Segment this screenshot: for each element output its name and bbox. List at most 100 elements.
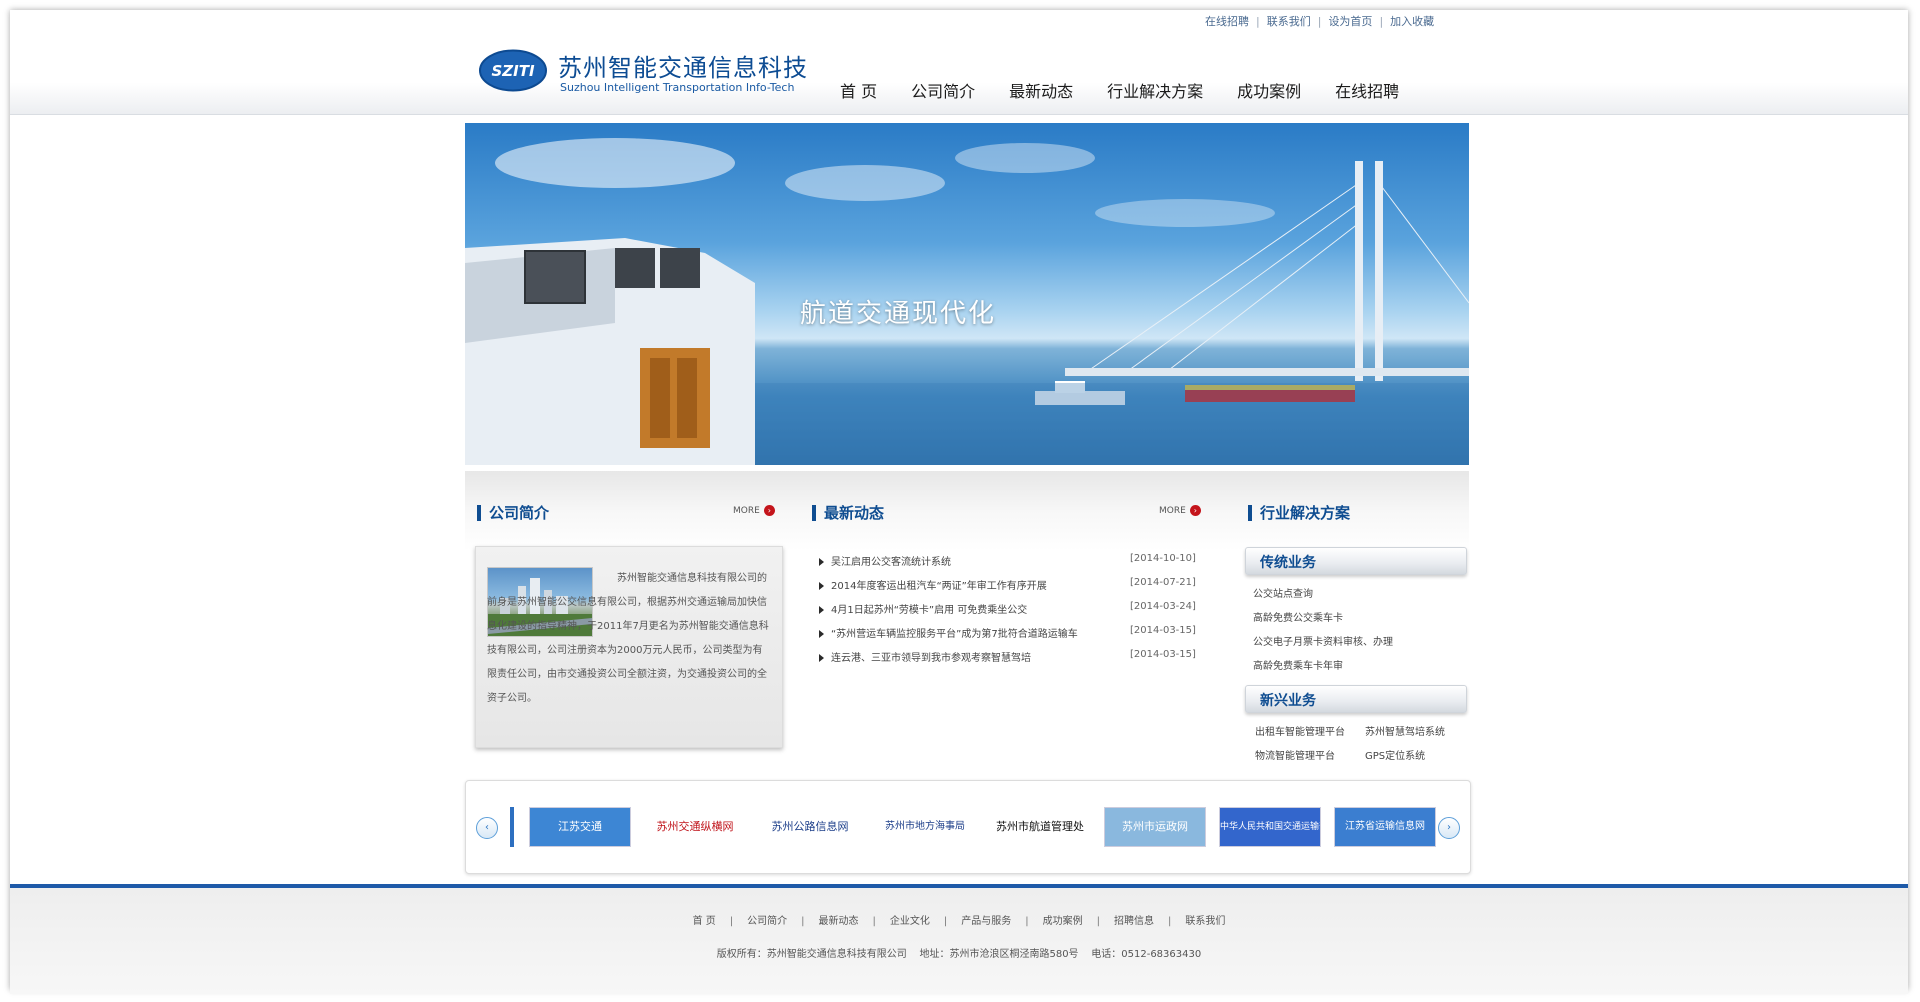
traditional-business-title: 传统业务	[1260, 555, 1316, 571]
news-item-title[interactable]: 2014年度客运出租汽车“两证”年审工作有序开展	[831, 577, 1047, 592]
about-text: 苏州智能交通信息科技有限公司的前身是苏州智能公交信息有限公司，根据苏州交通运输局…	[487, 573, 769, 704]
top-link-divider: |	[1317, 15, 1322, 28]
carousel-next-button[interactable]: ›	[1438, 817, 1460, 839]
arrow-right-icon: ›	[763, 505, 775, 516]
brand-name-cn: 苏州智能交通信息科技	[558, 54, 808, 82]
nav-item-news[interactable]: 最新动态	[1009, 78, 1073, 102]
logo-text: SZITI	[491, 62, 534, 80]
news-section-title: 最新动态	[812, 505, 884, 521]
bullet-triangle-icon	[819, 582, 824, 590]
traditional-item[interactable]: 公交电子月票卡资料审核、办理	[1253, 633, 1393, 657]
chevron-left-icon: ‹	[485, 822, 489, 833]
bullet-triangle-icon	[819, 606, 824, 614]
footer-link-products[interactable]: 产品与服务	[961, 916, 1011, 927]
brand-name-en: Suzhou Intelligent Transportation Info-T…	[560, 81, 795, 94]
footer-link-divider: |	[1168, 916, 1172, 927]
carousel-divider	[510, 807, 514, 847]
news-more-label: MORE	[1159, 506, 1186, 516]
nav-item-cases[interactable]: 成功案例	[1237, 78, 1301, 102]
chevron-right-icon: ›	[1447, 822, 1451, 833]
hero-banner: 航道交通现代化	[465, 123, 1469, 465]
news-item: 2014年度客运出租汽车“两证”年审工作有序开展 [2014-07-21]	[819, 575, 1219, 599]
nav-item-home[interactable]: 首 页	[840, 78, 877, 102]
news-item: 吴江启用公交客流统计系统 [2014-10-10]	[819, 551, 1219, 575]
footer-link-divider: |	[943, 916, 948, 927]
top-link-set-homepage[interactable]: 设为首页	[1328, 15, 1372, 28]
footer-link-divider: |	[801, 916, 805, 927]
news-item-date: [2014-03-24]	[1130, 601, 1196, 612]
about-more-label: MORE	[733, 506, 760, 516]
content-area: 公司简介 MORE › 苏州智能交通信息科技有限公司的前身是苏州智能公交信息有限公…	[465, 471, 1469, 762]
footer-links: 首 页 | 公司简介 | 最新动态 | 企业文化 | 产品与服务 | 成功案例 | 招聘信息 | 联系我们	[10, 912, 1908, 927]
news-item-title[interactable]: 4月1日起苏州“劳模卡”启用 可免费乘坐公交	[831, 601, 1027, 616]
partner-logo[interactable]: 苏州市运政网	[1104, 807, 1206, 847]
bullet-triangle-icon	[819, 654, 824, 662]
news-item-date: [2014-10-10]	[1130, 553, 1196, 564]
site-header: 在线招聘 | 联系我们 | 设为首页 | 加入收藏 SZITI 苏州智能交通信息科技 Suz…	[10, 10, 1908, 115]
bullet-triangle-icon	[819, 558, 824, 566]
main-nav: 首 页 公司简介 最新动态 行业解决方案 成功案例 在线招聘	[840, 78, 1433, 102]
traditional-item[interactable]: 高龄免费公交乘车卡	[1253, 609, 1393, 633]
nav-item-about[interactable]: 公司简介	[911, 78, 975, 102]
emerging-business-list: 出租车智能管理平台 苏州智慧驾培系统 物流智能管理平台 GPS定位系统	[1255, 723, 1475, 773]
news-item-date: [2014-07-21]	[1130, 577, 1196, 588]
solutions-section-title: 行业解决方案	[1248, 505, 1350, 521]
traditional-business-header[interactable]: 传统业务	[1245, 547, 1467, 575]
partner-logo[interactable]: 苏州交通纵横网	[644, 807, 746, 847]
footer-link-divider: |	[729, 916, 734, 927]
emerging-item[interactable]: 出租车智能管理平台	[1255, 723, 1345, 738]
emerging-item[interactable]: GPS定位系统	[1365, 747, 1425, 762]
emerging-business-title: 新兴业务	[1260, 693, 1316, 709]
top-links: 在线招聘 | 联系我们 | 设为首页 | 加入收藏	[1205, 13, 1434, 31]
partner-logo[interactable]: 苏州市航道管理处	[989, 807, 1091, 847]
arrow-right-icon: ›	[1189, 505, 1201, 516]
nav-item-recruit[interactable]: 在线招聘	[1335, 78, 1399, 102]
partner-logo[interactable]: 苏州市地方海事局	[874, 807, 976, 847]
news-item-title[interactable]: 吴江启用公交客流统计系统	[831, 553, 951, 568]
footer-link-news[interactable]: 最新动态	[819, 916, 859, 927]
top-link-bookmark[interactable]: 加入收藏	[1390, 15, 1434, 28]
partner-links-carousel: ‹ 江苏交通 苏州交通纵横网 苏州公路信息网 苏州市地方海事局 苏州市航道管理处…	[465, 780, 1471, 874]
news-item-date: [2014-03-15]	[1130, 625, 1196, 636]
top-link-contact[interactable]: 联系我们	[1267, 15, 1311, 28]
banner-title: 航道交通现代化	[800, 299, 997, 329]
emerging-item[interactable]: 苏州智慧驾培系统	[1365, 723, 1445, 738]
partner-logo[interactable]: 苏州公路信息网	[759, 807, 861, 847]
news-more-link[interactable]: MORE ›	[1159, 505, 1201, 516]
news-item-title[interactable]: “苏州营运车辆监控服务平台”成为第7批符合道路运输车	[831, 625, 1078, 640]
footer-link-jobs[interactable]: 招聘信息	[1114, 916, 1154, 927]
emerging-item[interactable]: 物流智能管理平台	[1255, 747, 1335, 762]
news-item-title[interactable]: 连云港、三亚市领导到我市参观考察智慧驾培	[831, 649, 1031, 664]
footer-link-culture[interactable]: 企业文化	[890, 916, 930, 927]
traditional-item[interactable]: 高龄免费乘车卡年审	[1253, 657, 1393, 681]
news-list: 吴江启用公交客流统计系统 [2014-10-10] 2014年度客运出租汽车“两证…	[819, 551, 1219, 671]
copyright-text: 版权所有：苏州智能交通信息科技有限公司 地址：苏州市沧浪区桐泾南路580号 电话…	[716, 949, 1202, 960]
traditional-item[interactable]: 公交站点查询	[1253, 585, 1393, 609]
site-footer: 首 页 | 公司简介 | 最新动态 | 企业文化 | 产品与服务 | 成功案例 | 招聘信息 | 联系我们 …	[10, 884, 1908, 994]
about-more-link[interactable]: MORE ›	[733, 505, 775, 516]
bullet-triangle-icon	[819, 630, 824, 638]
news-item: 4月1日起苏州“劳模卡”启用 可免费乘坐公交 [2014-03-24]	[819, 599, 1219, 623]
partner-logo[interactable]: 江苏交通	[529, 807, 631, 847]
footer-link-about[interactable]: 公司简介	[747, 916, 787, 927]
top-link-divider: |	[1256, 15, 1260, 28]
traditional-business-list: 公交站点查询 高龄免费公交乘车卡 公交电子月票卡资料审核、办理 高龄免费乘车卡年…	[1253, 585, 1393, 681]
company-logo[interactable]: SZITI	[478, 48, 548, 93]
top-link-divider: |	[1379, 15, 1384, 28]
news-item: “苏州营运车辆监控服务平台”成为第7批符合道路运输车 [2014-03-15]	[819, 623, 1219, 647]
footer-link-cases[interactable]: 成功案例	[1043, 916, 1083, 927]
news-item-date: [2014-03-15]	[1130, 649, 1196, 660]
news-item: 连云港、三亚市领导到我市参观考察智慧驾培 [2014-03-15]	[819, 647, 1219, 671]
footer-link-home[interactable]: 首 页	[693, 916, 716, 927]
about-box: 苏州智能交通信息科技有限公司的前身是苏州智能公交信息有限公司，根据苏州交通运输局…	[475, 546, 783, 748]
footer-link-contact[interactable]: 联系我们	[1185, 916, 1225, 927]
emerging-business-header[interactable]: 新兴业务	[1245, 685, 1467, 713]
footer-link-divider: |	[1025, 916, 1029, 927]
nav-item-solutions[interactable]: 行业解决方案	[1107, 78, 1203, 102]
top-link-recruit[interactable]: 在线招聘	[1205, 15, 1249, 28]
footer-link-divider: |	[1096, 916, 1101, 927]
carousel-prev-button[interactable]: ‹	[476, 817, 498, 839]
about-section-title: 公司简介	[477, 505, 549, 521]
partner-logo[interactable]: 中华人民共和国交通运输部	[1219, 807, 1321, 847]
partner-logo[interactable]: 江苏省运输信息网	[1334, 807, 1436, 847]
